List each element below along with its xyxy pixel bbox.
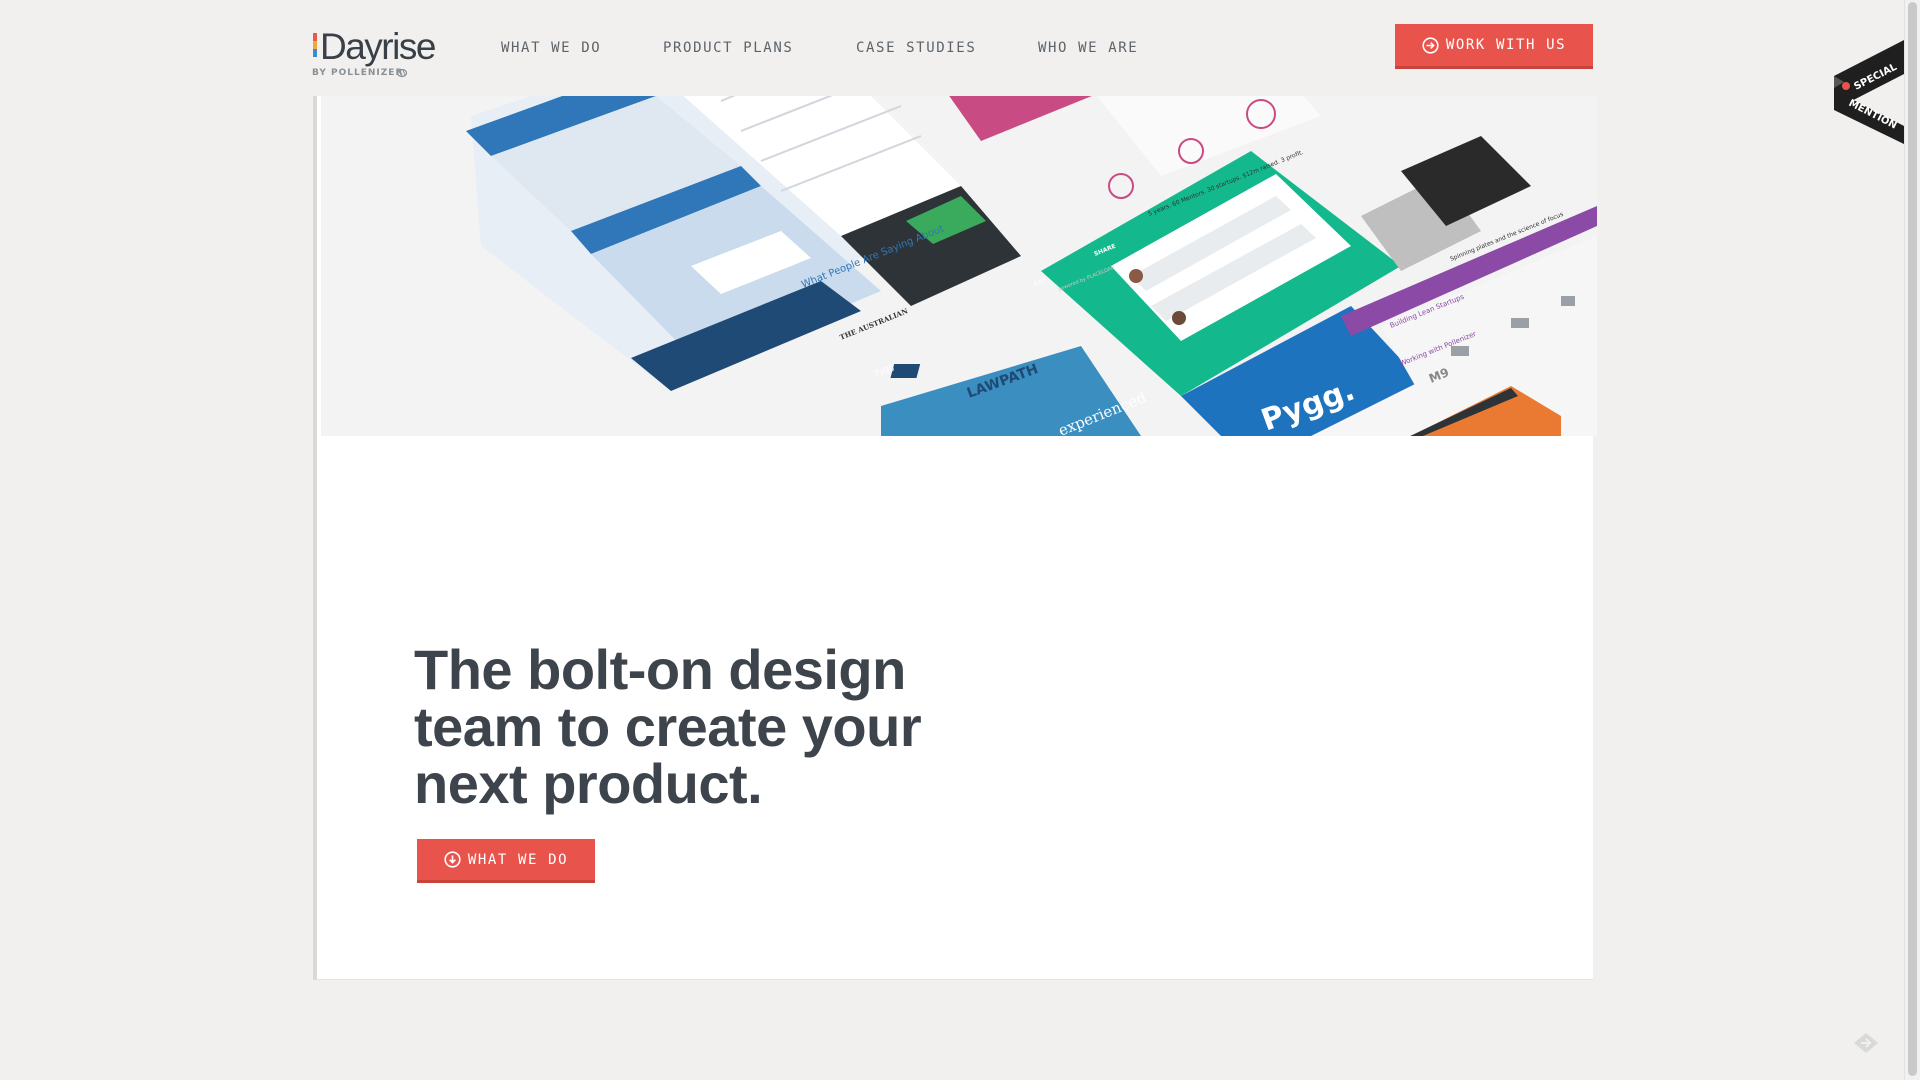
logo-wordmark: Dayrise — [320, 26, 436, 67]
logo-color-bar — [313, 33, 317, 57]
hero-headline: The bolt-on design team to create your n… — [414, 638, 922, 815]
collage-illustration: LAWPATH Pygg. Pygg What People Are Sayin… — [321, 96, 1597, 436]
dayrise-logo[interactable]: Dayrise BY POLLENIZER — [312, 26, 442, 82]
work-with-us-label: WORK WITH US — [1445, 37, 1567, 53]
nav-item-case-studies[interactable]: CASE STUDIES — [856, 40, 976, 56]
ribbon-badge-icon — [1842, 82, 1850, 90]
scrollbar-thumb[interactable] — [1908, 2, 1917, 1076]
page-scrollbar[interactable] — [1904, 0, 1920, 1080]
site-header: Dayrise BY POLLENIZER WHAT WE DO PRODUCT… — [0, 0, 1920, 96]
arrow-down-circle-icon — [444, 851, 461, 868]
work-with-us-button[interactable]: WORK WITH US — [1395, 24, 1593, 69]
nav-item-product-plans[interactable]: PRODUCT PLANS — [663, 40, 793, 56]
special-mention-ribbon[interactable]: SPECIAL MENTION — [1834, 38, 1908, 146]
nav-item-who-we-are[interactable]: WHO WE ARE — [1038, 40, 1138, 56]
hero-card: LAWPATH Pygg. Pygg What People Are Sayin… — [313, 96, 1597, 980]
pollenizer-bee-icon — [396, 68, 408, 78]
logo-byline: BY POLLENIZER — [312, 68, 404, 78]
tag-diamond-icon[interactable] — [1853, 1032, 1879, 1054]
nav-item-what-we-do[interactable]: WHAT WE DO — [501, 40, 601, 56]
what-we-do-label: WHAT WE DO — [467, 851, 569, 868]
what-we-do-button[interactable]: WHAT WE DO — [417, 839, 595, 883]
arrow-right-circle-icon — [1422, 36, 1439, 54]
hero-collage-image: LAWPATH Pygg. Pygg What People Are Sayin… — [321, 96, 1597, 436]
